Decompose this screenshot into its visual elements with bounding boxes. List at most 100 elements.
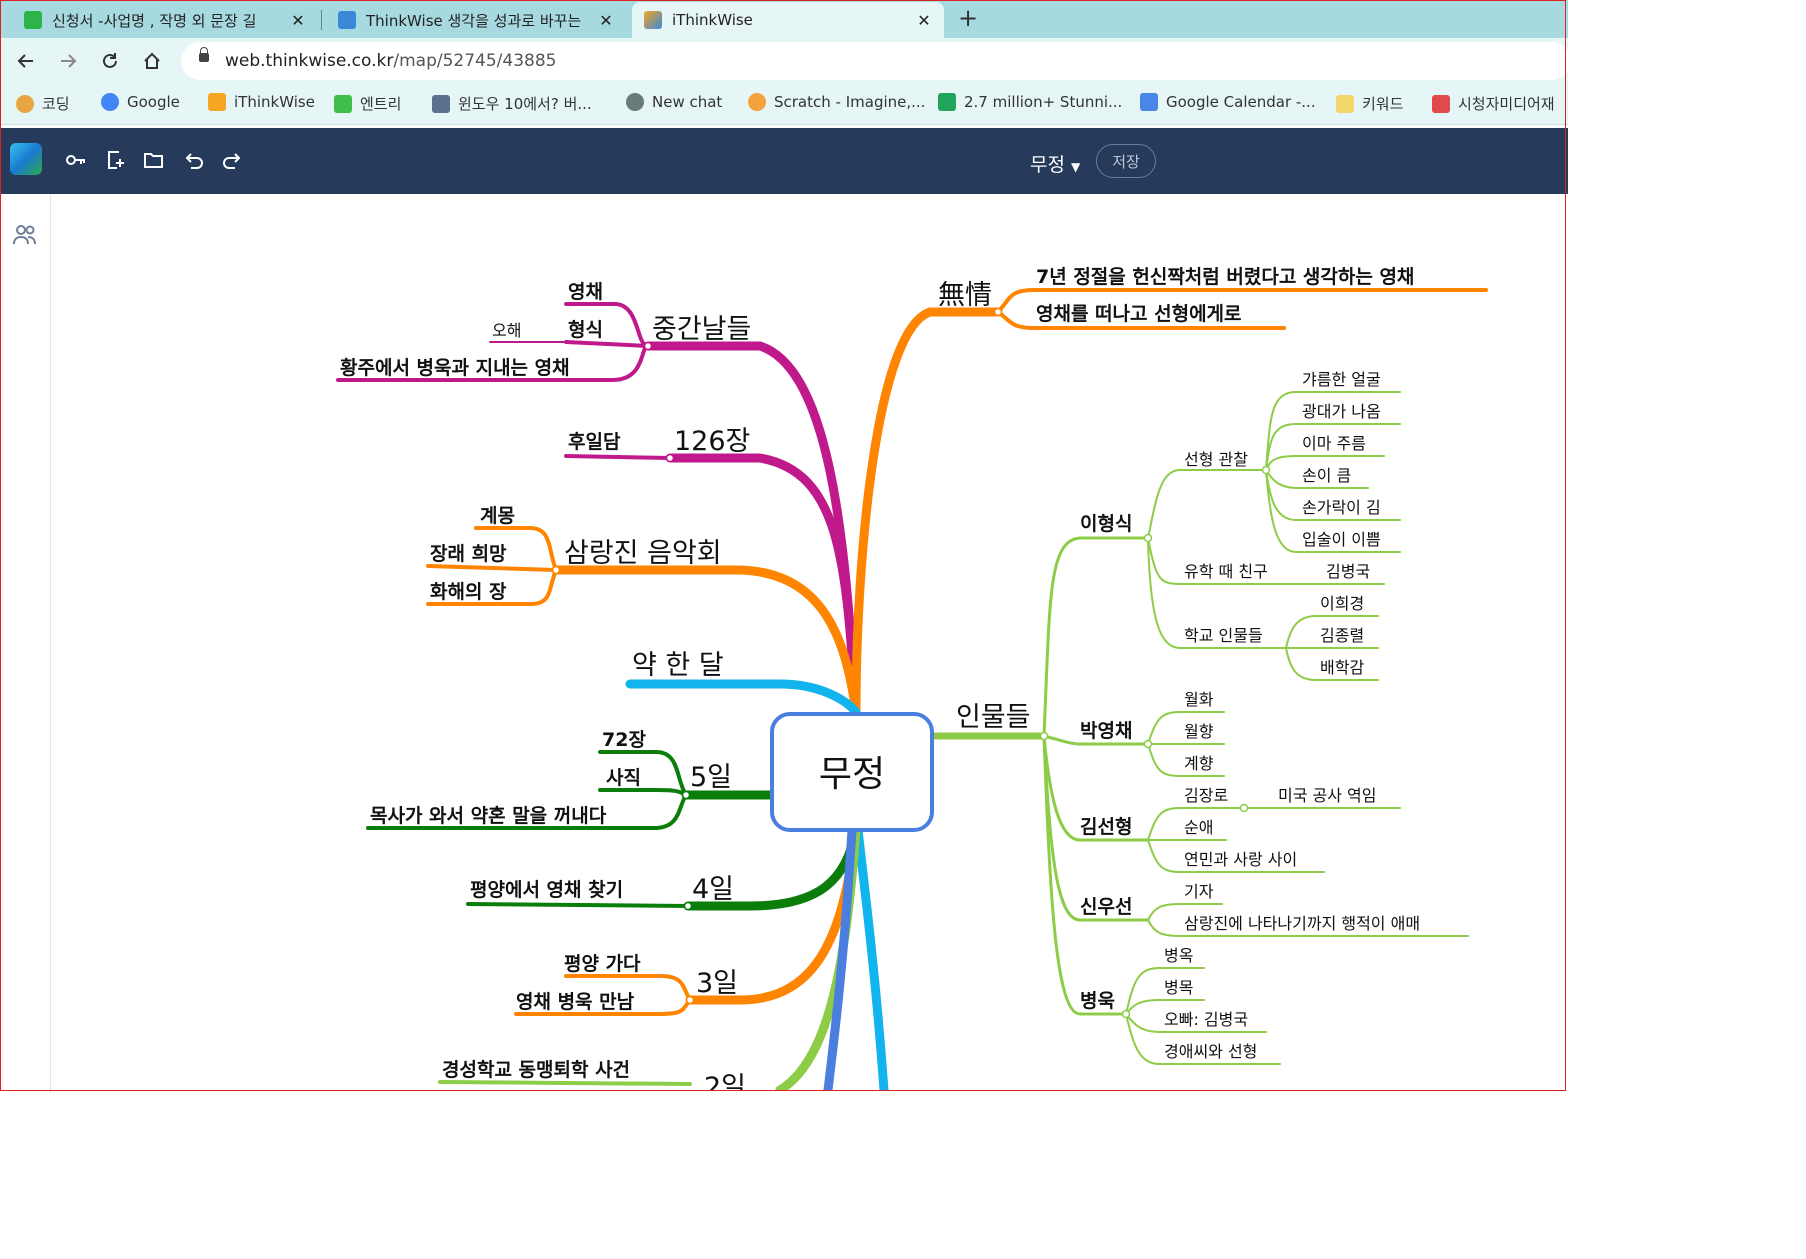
close-icon[interactable]: ✕: [594, 11, 618, 30]
node-kim-byeongguk[interactable]: 김병국: [1326, 562, 1370, 581]
node-future-hope[interactable]: 장래 희망: [430, 543, 507, 565]
mindmap-canvas[interactable]: 무정 중간날들 영채 형식 오해 황주에서 병욱과 지내는 영채 126장 후일…: [0, 194, 1566, 1090]
tab-thinkwise[interactable]: ThinkWise 생각을 성과로 바꾸는 ✕: [326, 2, 626, 38]
home-button[interactable]: [136, 45, 168, 77]
node-slim-face[interactable]: 갸름한 얼굴: [1302, 370, 1381, 389]
node-reporter[interactable]: 기자: [1184, 882, 1214, 901]
tab-ithinkwise[interactable]: iThinkWise ✕: [632, 2, 944, 38]
bookmark-scratch[interactable]: Scratch - Imagine,...: [748, 93, 925, 111]
bookmark-entry[interactable]: 엔트리: [334, 93, 401, 114]
node-gyeongae[interactable]: 경애씨와 선형: [1164, 1042, 1257, 1061]
topic-middle-days[interactable]: 중간날들: [652, 314, 751, 345]
node-ambiguous-whereabouts[interactable]: 삼랑진에 나타나기까지 행적이 애매: [1184, 914, 1420, 933]
note-misunderstanding[interactable]: 오해: [492, 321, 521, 340]
node-resignation[interactable]: 사직: [606, 767, 641, 789]
bookmark-windows10[interactable]: 윈도우 10에서? 버...: [432, 93, 592, 114]
node-wolhwa[interactable]: 월화: [1184, 690, 1214, 709]
node-vice-principal[interactable]: 배학감: [1320, 658, 1364, 677]
node-suna[interactable]: 순애: [1184, 818, 1213, 837]
topic-month[interactable]: 약 한 달: [632, 650, 724, 681]
node-dot: [551, 565, 561, 575]
node-seven-years[interactable]: 7년 정절을 헌신짝처럼 버렸다고 생각하는 영채: [1036, 266, 1414, 288]
bookmark-label: Google Calendar -...: [1166, 93, 1316, 111]
bookmark-media-center[interactable]: 시청자미디어재: [1432, 93, 1555, 114]
bookmark-label: Google: [127, 93, 180, 111]
address-bar[interactable]: web.thinkwise.co.kr/map/52745/43885: [181, 42, 1571, 80]
new-map-button[interactable]: [102, 146, 130, 174]
node-epilogue[interactable]: 후일담: [568, 431, 621, 453]
document-title-dropdown[interactable]: 무정 ▼: [1030, 150, 1080, 177]
topic-ch126[interactable]: 126장: [674, 426, 750, 457]
node-lee-huigyeong[interactable]: 이희경: [1320, 594, 1364, 613]
node-study-abroad-friend[interactable]: 유학 때 친구: [1184, 562, 1268, 581]
node-us-minister[interactable]: 미국 공사 역임: [1278, 786, 1377, 805]
node-big-hands[interactable]: 손이 큼: [1302, 466, 1351, 485]
bookmark-new-chat[interactable]: New chat: [626, 93, 722, 111]
bookmark-pexels[interactable]: 2.7 million+ Stunni...: [938, 93, 1122, 111]
undo-button[interactable]: [180, 146, 208, 174]
tab-separator: [321, 10, 322, 30]
node-hyeongsik[interactable]: 형식: [568, 319, 603, 341]
close-icon[interactable]: ✕: [912, 11, 936, 30]
back-arrow-icon: [17, 54, 33, 68]
open-button[interactable]: [140, 146, 168, 174]
tab-sincheongseo[interactable]: 신청서 -사업명 , 작명 외 문장 길 ✕: [12, 2, 318, 38]
bookmark-google-calendar[interactable]: Google Calendar -...: [1140, 93, 1316, 111]
topic-people[interactable]: 인물들: [956, 702, 1031, 733]
node-brother[interactable]: 오빠: 김병국: [1164, 1010, 1248, 1029]
node-kim-seonhyeong[interactable]: 김선형: [1080, 816, 1132, 838]
folder-icon: [1336, 94, 1354, 113]
node-cheekbones[interactable]: 광대가 나옴: [1302, 402, 1381, 421]
node-park-yeongchae[interactable]: 박영채: [1080, 720, 1132, 742]
node-school-people[interactable]: 학교 인물들: [1184, 626, 1263, 645]
node-reconciliation[interactable]: 화해의 장: [430, 581, 507, 603]
topic-heartless[interactable]: 無情: [938, 280, 992, 311]
node-school-strike[interactable]: 경성학교 동맹퇴학 사건: [442, 1059, 630, 1081]
document-title: 무정: [1030, 154, 1065, 176]
document-icon: [432, 94, 450, 113]
forward-button[interactable]: [52, 45, 84, 77]
node-ch72[interactable]: 72장: [602, 729, 646, 751]
redo-button[interactable]: [218, 146, 246, 174]
bookmark-keyword[interactable]: 키워드: [1336, 93, 1403, 114]
node-pretty-lips[interactable]: 입술이 이쁨: [1302, 530, 1381, 549]
bookmark-coding[interactable]: 코딩: [16, 93, 70, 114]
node-elder-kim[interactable]: 김장로: [1184, 786, 1228, 805]
node-go-pyongyang[interactable]: 평양 가다: [564, 953, 641, 975]
node-byeongmok[interactable]: 병목: [1164, 978, 1193, 997]
topic-day4[interactable]: 4일: [692, 874, 734, 905]
node-kim-jongryeol[interactable]: 김종렬: [1320, 626, 1364, 645]
node-long-fingers[interactable]: 손가락이 김: [1302, 498, 1381, 517]
key-button[interactable]: [62, 146, 90, 174]
topic-day3[interactable]: 3일: [696, 968, 738, 999]
forward-arrow-icon: [61, 54, 77, 68]
node-pity-love[interactable]: 연민과 사랑 사이: [1184, 850, 1297, 869]
node-enlightenment[interactable]: 계몽: [480, 505, 515, 527]
node-dot: [1261, 465, 1271, 475]
reload-button[interactable]: [94, 45, 126, 77]
node-observe-seonhyeong[interactable]: 선형 관찰: [1184, 450, 1248, 469]
bookmark-ithinkwise[interactable]: iThinkWise: [208, 93, 315, 111]
node-leave-yeongchae[interactable]: 영채를 떠나고 선형에게로: [1036, 303, 1242, 325]
ithinkwise-logo[interactable]: [10, 143, 42, 175]
save-button[interactable]: 저장: [1096, 144, 1156, 178]
node-shin-useon[interactable]: 신우선: [1080, 896, 1132, 918]
node-byeongok[interactable]: 병옥: [1164, 946, 1193, 965]
node-pyongyang-search[interactable]: 평양에서 영채 찾기: [470, 879, 623, 901]
node-forehead[interactable]: 이마 주름: [1302, 434, 1366, 453]
close-icon[interactable]: ✕: [286, 11, 310, 30]
node-meet-byeongwook[interactable]: 영채 병욱 만남: [516, 991, 635, 1013]
node-lee-hyeongsik[interactable]: 이형식: [1080, 513, 1132, 535]
back-button[interactable]: [10, 45, 42, 77]
new-tab-button[interactable]: +: [958, 4, 978, 32]
bookmark-google[interactable]: Google: [101, 93, 180, 111]
node-yeongchae[interactable]: 영채: [568, 281, 603, 303]
node-byeongwook[interactable]: 병욱: [1080, 990, 1115, 1012]
topic-day2[interactable]: 2일: [704, 1072, 746, 1090]
topic-day5[interactable]: 5일: [690, 762, 732, 793]
node-wolhyang[interactable]: 월향: [1184, 722, 1214, 741]
node-hwangju[interactable]: 황주에서 병욱과 지내는 영채: [340, 356, 570, 379]
topic-concert[interactable]: 삼랑진 음악회: [564, 538, 722, 569]
node-gyehyang[interactable]: 계향: [1184, 754, 1214, 773]
node-pastor-engagement[interactable]: 목사가 와서 약혼 말을 꺼내다: [370, 804, 607, 827]
